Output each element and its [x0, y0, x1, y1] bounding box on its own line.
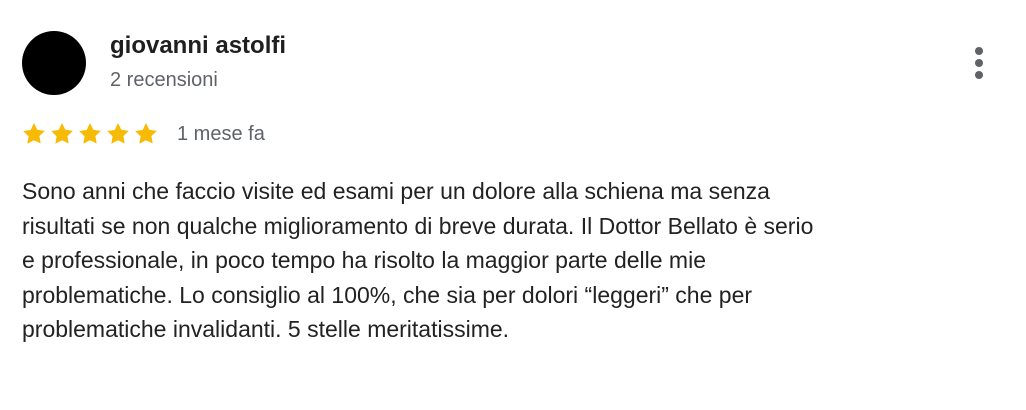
review-text-line: e professionale, in poco tempo ha risolt… — [22, 247, 706, 273]
more-vert-icon-dot — [975, 71, 983, 79]
review-text-line: Sono anni che faccio visite ed esami per… — [22, 178, 770, 204]
review-text-line: problematiche invalidanti. 5 stelle meri… — [22, 316, 510, 342]
review-date: 1 mese fa — [177, 123, 265, 145]
star-rating — [21, 121, 159, 147]
review-card: giovanni astolfi 2 recensioni 1 mese fa … — [0, 0, 1026, 410]
review-text-line: risultati se non qualche miglioramento d… — [22, 212, 814, 239]
review-text-line: problematiche. Lo consiglio al 100%, che… — [22, 281, 753, 308]
more-vert-icon — [975, 47, 983, 55]
author-name[interactable]: giovanni astolfi — [110, 30, 286, 62]
star-icon — [51, 122, 73, 144]
more-options-button[interactable] — [962, 42, 996, 84]
star-icon — [135, 122, 157, 144]
star-icon — [107, 122, 129, 144]
rating-row: 1 mese fa — [21, 119, 265, 149]
avatar[interactable] — [22, 31, 86, 95]
author-review-count[interactable]: 2 recensioni — [110, 66, 218, 94]
star-icon — [79, 122, 101, 144]
review-text: Sono anni che faccio visite ed esami per… — [22, 174, 1012, 347]
star-icon — [23, 122, 45, 144]
more-vert-icon-dot — [975, 59, 983, 67]
